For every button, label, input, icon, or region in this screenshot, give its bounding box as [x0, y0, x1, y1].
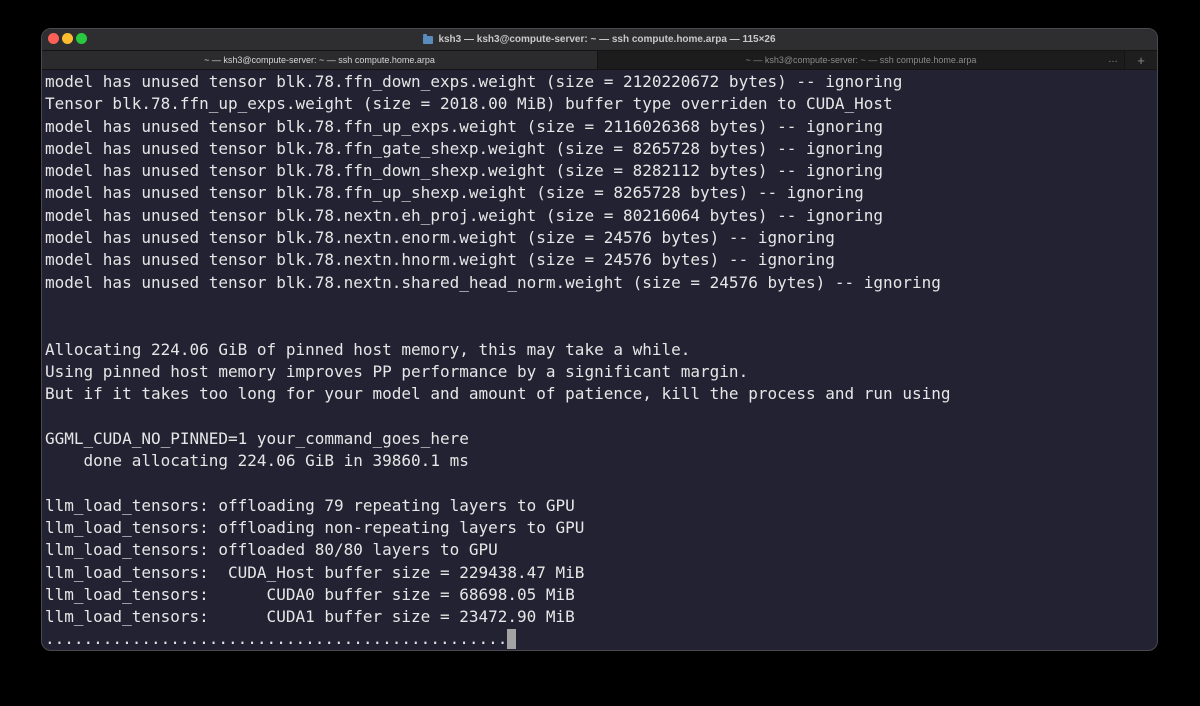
terminal-line-text: model has unused tensor blk.78.nextn.eh_…: [45, 205, 884, 225]
terminal-line: done allocating 224.06 GiB in 39860.1 ms: [45, 450, 1153, 472]
tab-label: ~ — ksh3@compute-server: ~ — ssh compute…: [745, 55, 977, 65]
terminal-line-text: llm_load_tensors: offloading non-repeati…: [45, 517, 585, 537]
terminal-line-text: model has unused tensor blk.78.ffn_gate_…: [45, 138, 884, 158]
terminal-line: model has unused tensor blk.78.ffn_gate_…: [45, 138, 1153, 160]
terminal-line: llm_load_tensors: offloaded 80/80 layers…: [45, 539, 1153, 561]
terminal-line-text: model has unused tensor blk.78.ffn_down_…: [45, 161, 884, 181]
terminal-line-text: model has unused tensor blk.78.nextn.hno…: [45, 250, 835, 270]
terminal-line-text: But if it takes too long for your model …: [45, 384, 951, 404]
terminal-line-text: model has unused tensor blk.78.ffn_up_sh…: [45, 183, 864, 203]
new-tab-button[interactable]: +: [1125, 51, 1157, 69]
tab-bar: ~ — ksh3@compute-server: ~ — ssh compute…: [42, 50, 1157, 70]
terminal-line-text: model has unused tensor blk.78.ffn_down_…: [45, 72, 903, 91]
close-button[interactable]: [48, 33, 59, 44]
terminal-cursor: [507, 629, 517, 649]
terminal-line: model has unused tensor blk.78.nextn.eh_…: [45, 205, 1153, 227]
terminal-line: model has unused tensor blk.78.ffn_up_sh…: [45, 182, 1153, 204]
terminal-line: GGML_CUDA_NO_PINNED=1 your_command_goes_…: [45, 428, 1153, 450]
terminal-line: Using pinned host memory improves PP per…: [45, 361, 1153, 383]
terminal-line: Allocating 224.06 GiB of pinned host mem…: [45, 339, 1153, 361]
terminal-line-text: Allocating 224.06 GiB of pinned host mem…: [45, 339, 691, 359]
window-title: ksh3 — ksh3@compute-server: ~ — ssh comp…: [438, 34, 776, 45]
terminal-window: ksh3 — ksh3@compute-server: ~ — ssh comp…: [41, 28, 1158, 651]
terminal-line-text: llm_load_tensors: CUDA1 buffer size = 23…: [45, 607, 575, 627]
window-title-group: ksh3 — ksh3@compute-server: ~ — ssh comp…: [423, 33, 776, 45]
terminal-line-text: Tensor blk.78.ffn_up_exps.weight (size =…: [45, 94, 893, 114]
terminal-line: model has unused tensor blk.78.nextn.sha…: [45, 272, 1153, 294]
terminal-line: model has unused tensor blk.78.nextn.hno…: [45, 249, 1153, 271]
terminal-line-text: llm_load_tensors: offloaded 80/80 layers…: [45, 540, 498, 560]
terminal-line-text: model has unused tensor blk.78.nextn.eno…: [45, 228, 835, 248]
tab-session-1[interactable]: ~ — ksh3@compute-server: ~ — ssh compute…: [42, 51, 598, 69]
terminal-line-text: done allocating 224.06 GiB in 39860.1 ms: [45, 451, 469, 471]
window-controls: [48, 33, 87, 44]
minimize-button[interactable]: [62, 33, 73, 44]
terminal-line: model has unused tensor blk.78.ffn_up_ex…: [45, 116, 1153, 138]
terminal-line-text: GGML_CUDA_NO_PINNED=1 your_command_goes_…: [45, 428, 469, 448]
terminal-line: llm_load_tensors: offloading non-repeati…: [45, 517, 1153, 539]
terminal-line-text: Using pinned host memory improves PP per…: [45, 361, 749, 381]
terminal-line-text: model has unused tensor blk.78.nextn.sha…: [45, 272, 941, 292]
terminal-line-text: llm_load_tensors: CUDA0 buffer size = 68…: [45, 584, 575, 604]
terminal-line: llm_load_tensors: offloading 79 repeatin…: [45, 495, 1153, 517]
terminal-line: model has unused tensor blk.78.ffn_down_…: [45, 71, 1153, 93]
terminal-line-text: llm_load_tensors: offloading 79 repeatin…: [45, 495, 575, 515]
tab-session-2[interactable]: ~ — ksh3@compute-server: ~ — ssh compute…: [598, 51, 1125, 69]
tab-label: ~ — ksh3@compute-server: ~ — ssh compute…: [204, 55, 435, 65]
terminal-line: model has unused tensor blk.78.ffn_down_…: [45, 160, 1153, 182]
terminal-line: llm_load_tensors: CUDA1 buffer size = 23…: [45, 606, 1153, 628]
folder-icon: [423, 33, 434, 44]
terminal-line-text: ........................................…: [45, 629, 508, 649]
maximize-button[interactable]: [76, 33, 87, 44]
title-bar[interactable]: ksh3 — ksh3@compute-server: ~ — ssh comp…: [42, 29, 1157, 50]
terminal-line: model has unused tensor blk.78.nextn.eno…: [45, 227, 1153, 249]
terminal-line-text: llm_load_tensors: CUDA_Host buffer size …: [45, 562, 585, 582]
terminal-output[interactable]: model has unused tensor blk.78.ffn_down_…: [45, 71, 1153, 649]
terminal-line-text: model has unused tensor blk.78.ffn_up_ex…: [45, 116, 884, 136]
terminal-line: Tensor blk.78.ffn_up_exps.weight (size =…: [45, 93, 1153, 115]
terminal-line: llm_load_tensors: CUDA_Host buffer size …: [45, 562, 1153, 584]
terminal-line: llm_load_tensors: CUDA0 buffer size = 68…: [45, 584, 1153, 606]
terminal-line: But if it takes too long for your model …: [45, 383, 1153, 405]
tab-overflow-icon[interactable]: …: [1108, 54, 1118, 65]
terminal-line: ........................................…: [45, 628, 1153, 649]
